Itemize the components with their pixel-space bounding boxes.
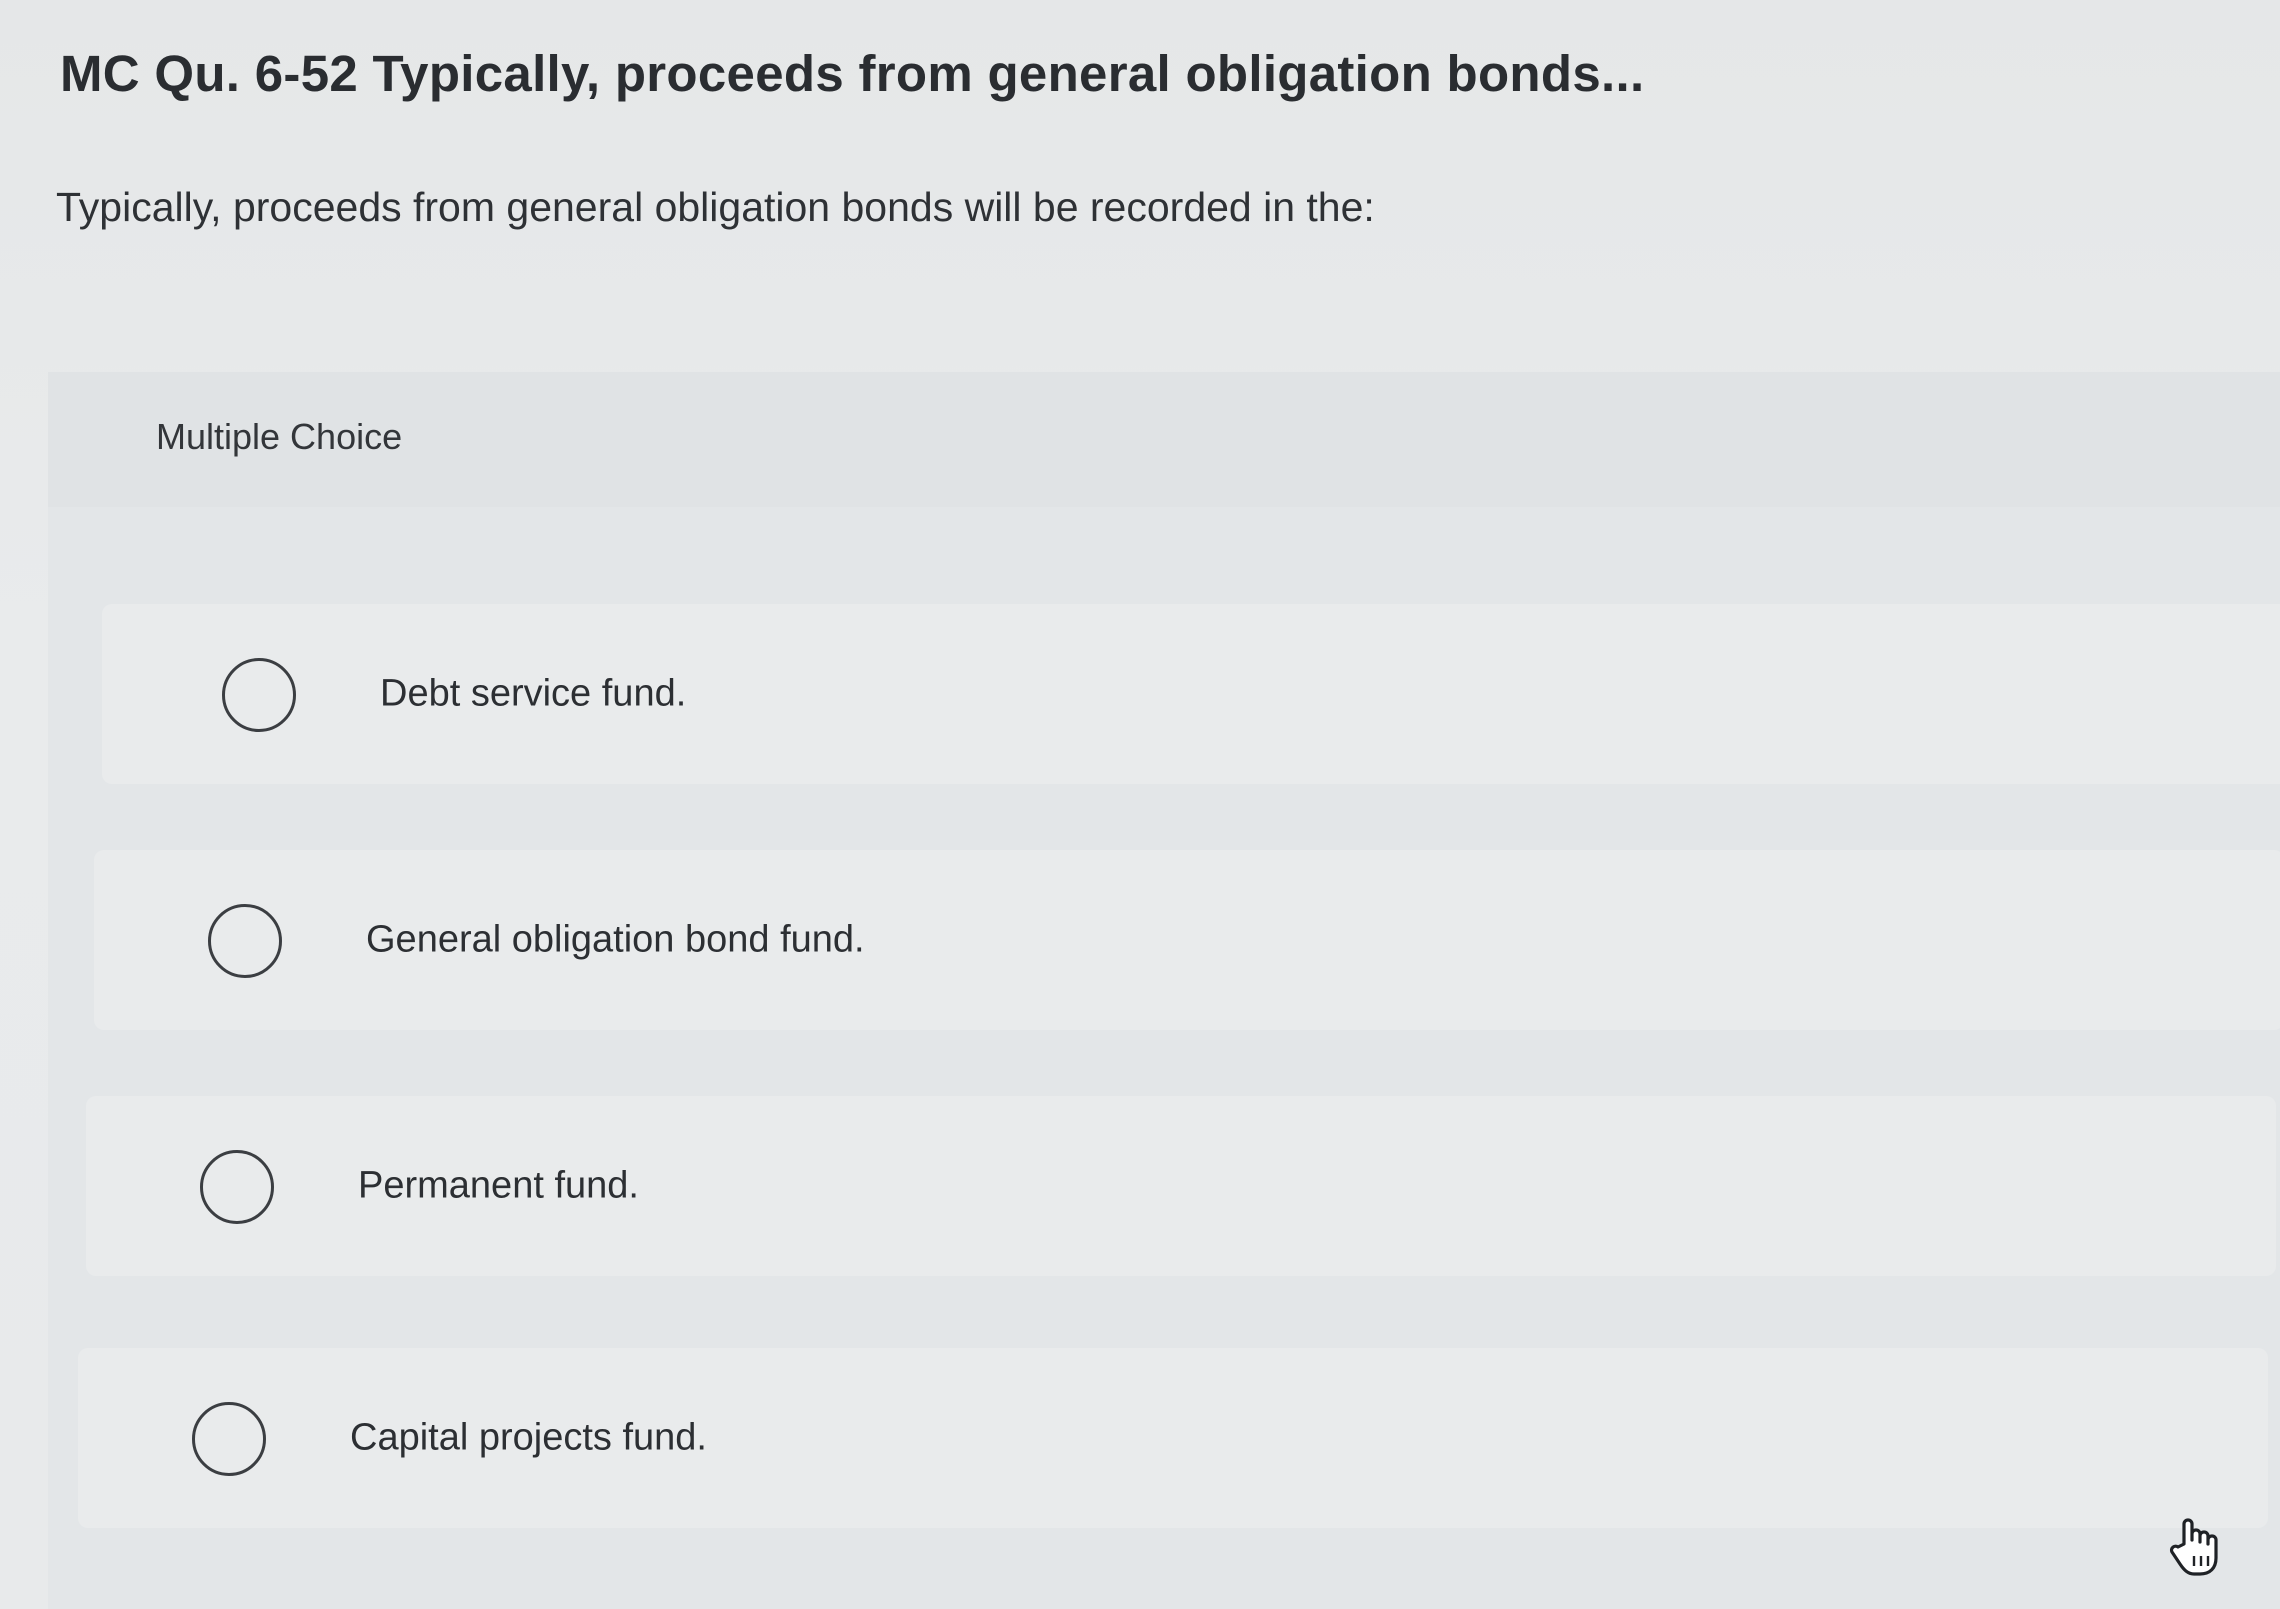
answer-option-capital-projects[interactable]: Capital projects fund. <box>78 1348 2268 1528</box>
answer-option-permanent[interactable]: Permanent fund. <box>86 1096 2276 1276</box>
radio-button-icon[interactable] <box>222 658 296 732</box>
answer-option-general-obligation[interactable]: General obligation bond fund. <box>94 850 2280 1030</box>
answer-option-label: Permanent fund. <box>358 1164 639 1207</box>
multiple-choice-label: Multiple Choice <box>156 416 403 457</box>
question-text: Typically, proceeds from general obligat… <box>56 184 1375 230</box>
page: MC Qu. 6-52 Typically, proceeds from gen… <box>0 0 2280 1609</box>
answer-option-label: Debt service fund. <box>380 672 687 715</box>
question-title: MC Qu. 6-52 Typically, proceeds from gen… <box>60 45 1645 102</box>
answer-option-debt-service[interactable]: Debt service fund. <box>102 604 2280 784</box>
multiple-choice-header: Multiple Choice <box>48 372 2280 507</box>
answer-option-label: General obligation bond fund. <box>366 918 865 961</box>
radio-button-icon[interactable] <box>208 904 282 978</box>
hand-pointer-icon <box>2169 1518 2218 1576</box>
radio-button-icon[interactable] <box>200 1150 274 1224</box>
multiple-choice-panel: Multiple Choice Debt service fund. Gener… <box>48 372 2280 1609</box>
radio-button-icon[interactable] <box>192 1402 266 1476</box>
answer-option-label: Capital projects fund. <box>350 1416 707 1459</box>
